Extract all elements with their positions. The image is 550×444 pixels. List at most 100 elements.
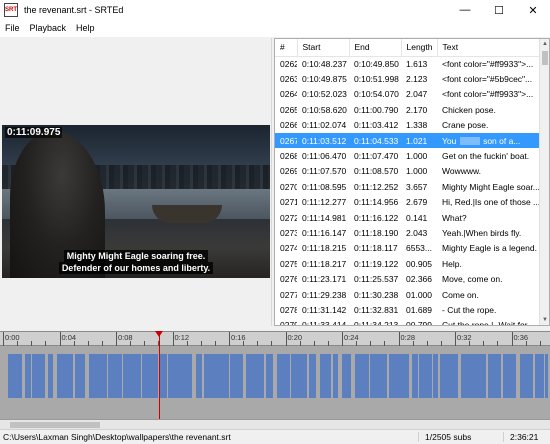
subtitle-cue-block[interactable]	[412, 354, 418, 398]
timeline-scrollbar-thumb[interactable]	[10, 422, 100, 428]
scroll-down-icon[interactable]: ▼	[540, 315, 549, 325]
table-row[interactable]: 0264 0:10:52.023 0:10:54.070 2.047 <font col…	[275, 87, 541, 102]
table-row[interactable]: 0278 0:11:31.142 0:11:32.831 01.689 - Cut th…	[275, 302, 541, 317]
subtitle-cue-block[interactable]	[291, 354, 307, 398]
cell-length: 2.047	[406, 89, 428, 100]
subtitle-cue-block[interactable]	[25, 354, 31, 398]
subtitle-cue-block[interactable]	[8, 354, 22, 398]
table-row[interactable]: 0276 0:11:23.171 0:11:25.537 02.366 Move, co…	[275, 271, 541, 286]
subtitle-cue-block[interactable]	[535, 354, 544, 398]
subtitle-cue-block[interactable]	[89, 354, 107, 398]
cell-number: 0262	[280, 58, 297, 69]
video-preview[interactable]: 0:11:09.975 Mighty Might Eagle soaring f…	[2, 125, 270, 278]
table-row[interactable]: 0273 0:11:16.147 0:11:18.190 2.043 Yeah.|Whe…	[275, 225, 541, 240]
subtitle-cue-block[interactable]	[230, 354, 243, 398]
subtitle-cue-block[interactable]	[75, 354, 85, 398]
timeline-scrollbar[interactable]	[0, 419, 550, 429]
cell-number: 0279	[280, 320, 297, 326]
table-row[interactable]: 0270 0:11:08.595 0:11:12.252 3.657 Mighty Mi…	[275, 179, 541, 194]
column-header-number[interactable]: #	[275, 39, 298, 57]
table-row[interactable]: 0275 0:11:18.217 0:11:19.122 00.905 Help.	[275, 256, 541, 271]
table-row[interactable]: 0272 0:11:14.981 0:11:16.122 0.141 What?	[275, 210, 541, 225]
cell-start: 0:11:23.171	[302, 274, 347, 285]
subtitle-cue-block[interactable]	[503, 354, 516, 398]
timeline-minor-tick	[31, 341, 33, 346]
subtitle-cue-block[interactable]	[488, 354, 501, 398]
timeline[interactable]: 0:00 0:04 0:08 0:12 0:16 0:20 0:24 0:28 0:32 0:36	[0, 331, 550, 430]
cell-end: 0:11:30.238	[354, 289, 399, 300]
subtitle-cue-block[interactable]	[48, 354, 53, 398]
subtitle-cue-block[interactable]	[123, 354, 141, 398]
subtitle-cue-block[interactable]	[355, 354, 369, 398]
subtitle-cue-block[interactable]	[266, 354, 273, 398]
subtitle-cue-block[interactable]	[320, 354, 331, 398]
timeline-minor-tick	[412, 341, 414, 346]
subtitle-cue-block[interactable]	[545, 354, 548, 398]
table-scrollbar[interactable]: ▲ ▼	[539, 39, 549, 325]
table-row[interactable]: 0269 0:11:07.570 0:11:08.570 1.000 Wowwww.	[275, 164, 541, 179]
timeline-minor-tick	[327, 341, 329, 346]
timeline-track[interactable]	[0, 354, 550, 398]
subtitle-cue-block[interactable]	[389, 354, 409, 398]
maximize-button[interactable]: ☐	[482, 0, 516, 20]
cell-text: Mighty Might Eagle soar...	[442, 181, 540, 192]
table-row[interactable]: 02670:11:03.5120:11:04.5331.021You son o…	[275, 132, 541, 149]
menu-playback[interactable]: Playback	[25, 20, 72, 37]
subtitle-cue-block[interactable]	[204, 354, 229, 398]
table-row[interactable]: 0265 0:10:58.620 0:11:00.790 2.170 Chicken p…	[275, 102, 541, 117]
column-header-start[interactable]: Start	[297, 39, 350, 57]
status-file-path: C:\Users\Laxman Singh\Desktop\wallpapers…	[3, 432, 231, 442]
table-row[interactable]: 0263 0:10:49.875 0:10:51.998 2.123 <font col…	[275, 71, 541, 86]
playhead[interactable]	[155, 331, 163, 430]
timeline-ruler[interactable]: 0:00 0:04 0:08 0:12 0:16 0:20 0:24 0:28 0:32 0:36	[0, 332, 550, 346]
column-header-end[interactable]: End	[349, 39, 402, 57]
table-row[interactable]: 0274 0:11:18.215 0:11:18.117 6553... Mighty …	[275, 241, 541, 256]
subtitle-cue-block[interactable]	[277, 354, 290, 398]
subtitle-cue-block[interactable]	[342, 354, 351, 398]
scrollbar-thumb[interactable]	[542, 51, 548, 65]
close-button[interactable]: ✕	[516, 0, 550, 20]
table-row[interactable]: 0262 0:10:48.237 0:10:49.850 1.613 <font col…	[275, 56, 541, 71]
subtitle-cue-block[interactable]	[309, 354, 316, 398]
table-row[interactable]: 0271 0:11:12.277 0:11:14.956 2.679 Hi, Red.|…	[275, 195, 541, 210]
cell-length: 2.043	[406, 227, 428, 238]
table-row[interactable]: 0279 0:11:33.414 0:11:34.213 00.799 Cut the …	[275, 318, 541, 326]
cell-end: 0:11:12.252	[354, 181, 399, 192]
scroll-up-icon[interactable]: ▲	[540, 39, 549, 49]
playhead-handle-icon[interactable]	[155, 331, 163, 337]
column-header-length[interactable]: Length	[401, 39, 438, 57]
subtitle-cue-block[interactable]	[333, 354, 338, 398]
table-row[interactable]: 0268 0:11:06.470 0:11:07.470 1.000 Get on th…	[275, 148, 541, 163]
subtitle-cue-block[interactable]	[370, 354, 387, 398]
cell-start: 0:10:52.023	[302, 89, 347, 100]
column-header-text[interactable]: Text	[437, 39, 542, 57]
subtitle-cue-block[interactable]	[168, 354, 192, 398]
cell-start: 0:10:48.237	[302, 58, 347, 69]
cell-length: 00.799	[406, 320, 432, 326]
subtitle-cue-block[interactable]	[108, 354, 122, 398]
subtitle-cue-block[interactable]	[196, 354, 202, 398]
subtitle-cue-block[interactable]	[246, 354, 264, 398]
subtitle-cue-block[interactable]	[32, 354, 45, 398]
minimize-button[interactable]: —	[448, 0, 482, 20]
subtitle-cue-block[interactable]	[419, 354, 432, 398]
subtitle-cue-block[interactable]	[520, 354, 533, 398]
timeline-minor-tick	[186, 341, 188, 346]
subtitle-cue-block[interactable]	[433, 354, 438, 398]
subtitle-cue-block[interactable]	[461, 354, 486, 398]
cell-text: - Cut the rope.	[442, 304, 497, 315]
status-duration: 2:36:21	[503, 432, 538, 442]
subtitle-cue-block[interactable]	[160, 354, 167, 398]
subtitle-cue-block[interactable]	[142, 354, 158, 398]
timeline-tick	[59, 332, 61, 346]
menu-file[interactable]: File	[0, 20, 25, 37]
cell-text: Wowwww.	[442, 166, 482, 177]
cell-length: 2.123	[406, 74, 428, 85]
subtitle-cue-block[interactable]	[57, 354, 73, 398]
cell-text: <font color="#5b9cec"...	[442, 74, 533, 85]
cell-number: 0278	[280, 304, 297, 315]
menu-help[interactable]: Help	[71, 20, 100, 37]
table-row[interactable]: 0277 0:11:29.238 0:11:30.238 01.000 Come on.	[275, 287, 541, 302]
subtitle-cue-block[interactable]	[440, 354, 458, 398]
table-row[interactable]: 0266 0:11:02.074 0:11:03.412 1.338 Crane pos…	[275, 118, 541, 133]
